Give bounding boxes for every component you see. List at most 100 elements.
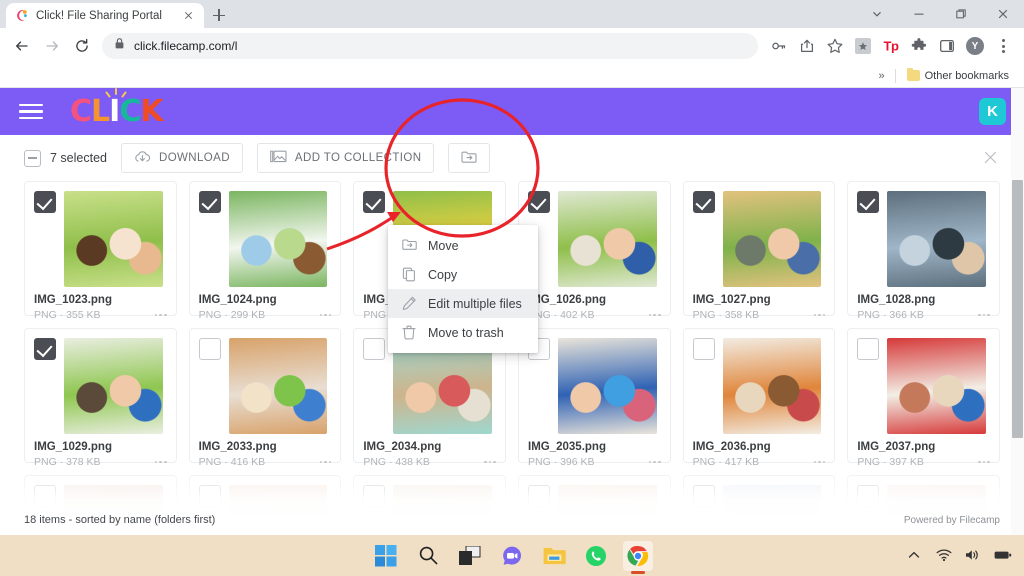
file-thumbnail[interactable] — [558, 191, 657, 287]
bookmarks-bar: » Other bookmarks — [0, 64, 1024, 88]
file-more-menu[interactable] — [319, 313, 332, 317]
file-card[interactable]: IMG_1023.png PNG · 355 KB — [24, 181, 177, 321]
reload-button[interactable] — [68, 32, 96, 60]
volume-icon[interactable] — [965, 548, 981, 564]
browser-tab[interactable]: Click! File Sharing Portal — [6, 3, 204, 28]
click-logo[interactable]: CLICK — [70, 88, 164, 127]
file-card-preview — [692, 191, 826, 287]
password-key-icon[interactable] — [766, 33, 792, 59]
more-actions-button[interactable] — [448, 143, 491, 173]
chrome-icon[interactable] — [623, 540, 653, 574]
scrollbar-thumb[interactable] — [1012, 180, 1023, 438]
file-thumbnail[interactable] — [64, 191, 163, 287]
file-thumbnail[interactable] — [722, 191, 822, 287]
back-button[interactable] — [8, 32, 36, 60]
add-to-collection-label: ADD TO COLLECTION — [294, 152, 422, 164]
file-checkbox[interactable] — [198, 485, 221, 507]
file-card[interactable]: IMG_2035.png PNG · 396 KB — [518, 328, 671, 468]
bookmarks-overflow-icon[interactable]: » — [875, 70, 889, 82]
file-checkbox[interactable] — [363, 485, 386, 507]
context-menu-item[interactable]: Move to trash — [388, 318, 538, 347]
tab-close-icon[interactable] — [181, 8, 196, 23]
file-thumbnail[interactable] — [64, 338, 163, 434]
search-icon[interactable] — [413, 541, 443, 571]
file-checkbox[interactable] — [857, 485, 880, 507]
context-menu-item[interactable]: Edit multiple files — [388, 289, 538, 318]
file-more-menu[interactable] — [813, 313, 826, 317]
extension-icon[interactable] — [850, 33, 876, 59]
chrome-menu-button[interactable] — [990, 33, 1016, 59]
file-checkbox[interactable] — [528, 485, 550, 507]
file-card[interactable]: IMG_1024.png PNG · 299 KB — [188, 181, 342, 321]
user-avatar[interactable]: K — [979, 98, 1006, 125]
minimize-button[interactable] — [898, 0, 940, 28]
file-checkbox[interactable] — [34, 338, 56, 360]
file-more-menu[interactable] — [154, 460, 167, 464]
file-checkbox[interactable] — [692, 338, 715, 360]
file-checkbox[interactable] — [363, 338, 386, 360]
file-checkbox[interactable] — [198, 191, 221, 213]
page-scrollbar[interactable] — [1011, 88, 1024, 535]
file-card[interactable]: IMG_1028.png PNG · 366 KB — [847, 181, 1000, 321]
file-card[interactable]: IMG_1029.png PNG · 378 KB — [24, 328, 177, 468]
task-view-icon[interactable] — [455, 541, 485, 571]
file-thumbnail[interactable] — [228, 191, 328, 287]
file-checkbox[interactable] — [528, 191, 550, 213]
battery-icon[interactable] — [994, 548, 1012, 564]
file-checkbox[interactable] — [198, 338, 221, 360]
file-checkbox[interactable] — [857, 338, 880, 360]
close-window-button[interactable] — [982, 0, 1024, 28]
bookmark-star-icon[interactable] — [822, 33, 848, 59]
new-tab-button[interactable] — [208, 4, 230, 26]
select-all-checkbox[interactable] — [24, 149, 41, 167]
file-more-menu[interactable] — [648, 313, 661, 317]
file-more-menu[interactable] — [813, 460, 826, 464]
other-bookmarks-folder[interactable]: Other bookmarks — [902, 67, 1014, 84]
chat-icon[interactable] — [497, 541, 527, 571]
file-card[interactable]: IMG_1027.png PNG · 358 KB — [682, 181, 836, 321]
maximize-button[interactable] — [940, 0, 982, 28]
file-more-menu[interactable] — [978, 460, 990, 464]
close-selection-button[interactable] — [980, 148, 1000, 168]
selection-count[interactable]: 7 selected — [24, 149, 107, 167]
show-hidden-icons-button[interactable] — [907, 548, 923, 564]
file-card[interactable]: IMG_2036.png PNG · 417 KB — [682, 328, 836, 468]
context-menu-item[interactable]: Move — [388, 231, 538, 260]
tp-extension-icon[interactable]: Tp — [878, 33, 904, 59]
tab-search-button[interactable] — [856, 0, 898, 28]
add-to-collection-button[interactable]: ADD TO COLLECTION — [256, 143, 435, 173]
forward-button[interactable] — [38, 32, 66, 60]
file-more-menu[interactable] — [978, 313, 990, 317]
file-checkbox[interactable] — [857, 191, 880, 213]
file-checkbox[interactable] — [363, 191, 386, 213]
file-thumbnail[interactable] — [722, 338, 822, 434]
share-icon[interactable] — [794, 33, 820, 59]
file-card[interactable]: IMG_2033.png PNG · 416 KB — [188, 328, 342, 468]
download-button[interactable]: DOWNLOAD — [120, 143, 243, 173]
file-more-menu[interactable] — [484, 460, 496, 464]
file-card[interactable]: IMG_1026.png PNG · 402 KB — [518, 181, 671, 321]
file-thumbnail[interactable] — [887, 191, 986, 287]
profile-avatar[interactable]: Y — [962, 33, 988, 59]
hamburger-icon[interactable] — [18, 102, 44, 122]
start-button[interactable] — [371, 541, 401, 571]
file-thumbnail[interactable] — [228, 338, 328, 434]
file-thumbnail[interactable] — [558, 338, 657, 434]
file-more-menu[interactable] — [648, 460, 661, 464]
file-more-menu[interactable] — [319, 460, 332, 464]
file-checkbox[interactable] — [692, 485, 715, 507]
wifi-icon[interactable] — [936, 548, 952, 564]
puzzle-icon[interactable] — [906, 33, 932, 59]
file-checkbox[interactable] — [692, 191, 715, 213]
file-card[interactable]: IMG_2037.png PNG · 397 KB — [847, 328, 1000, 468]
selected-label: 7 selected — [50, 151, 107, 165]
file-checkbox[interactable] — [34, 191, 56, 213]
side-panel-icon[interactable] — [934, 33, 960, 59]
file-thumbnail[interactable] — [887, 338, 986, 434]
context-menu-item[interactable]: Copy — [388, 260, 538, 289]
file-checkbox[interactable] — [34, 485, 56, 507]
file-explorer-icon[interactable] — [539, 541, 569, 571]
file-more-menu[interactable] — [154, 313, 167, 317]
whatsapp-icon[interactable] — [581, 541, 611, 571]
address-bar[interactable]: click.filecamp.com/l — [102, 33, 758, 59]
